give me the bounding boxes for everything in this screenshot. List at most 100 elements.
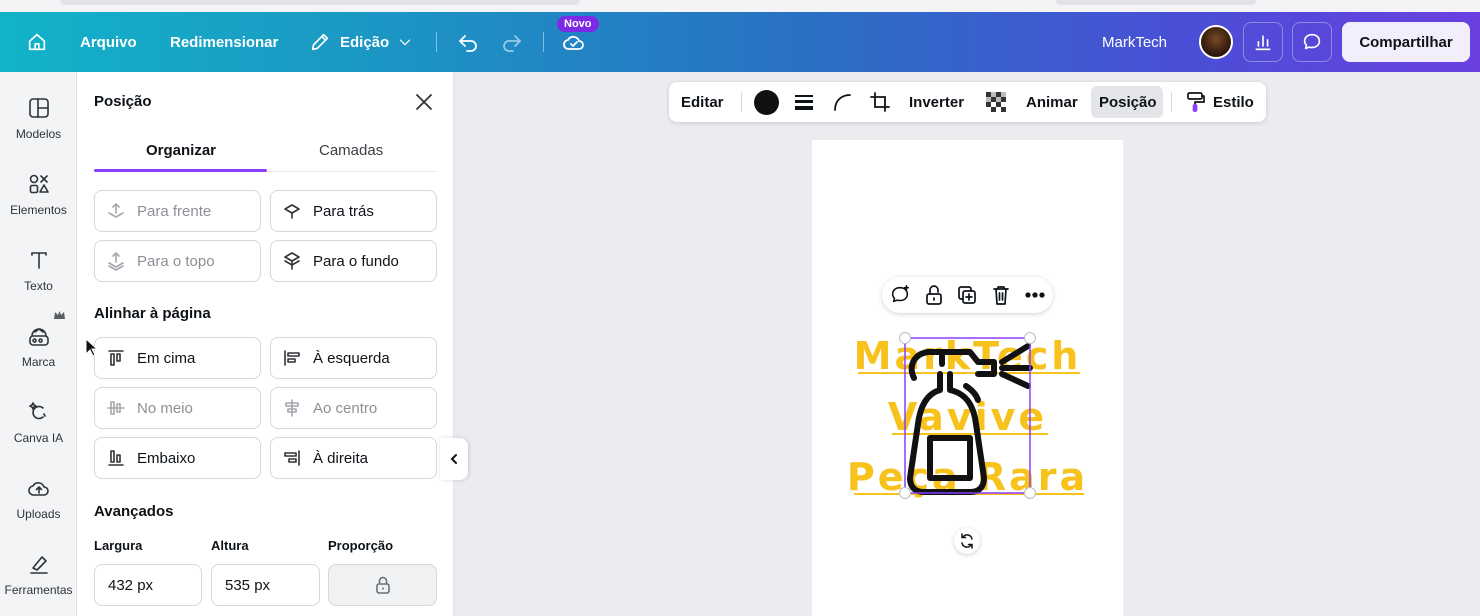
close-icon[interactable] xyxy=(414,92,434,112)
menu-file[interactable]: Arquivo xyxy=(80,12,137,72)
align-middle-button[interactable]: No meio xyxy=(94,387,261,429)
new-badge: Novo xyxy=(557,16,599,32)
divider xyxy=(741,92,742,112)
comment-icon xyxy=(1303,33,1321,50)
resize-handle[interactable] xyxy=(899,487,911,499)
avatar[interactable] xyxy=(1199,25,1233,59)
more-options-button[interactable] xyxy=(1023,283,1047,307)
menu-edit[interactable]: Edição xyxy=(309,12,413,72)
delete-button[interactable] xyxy=(989,283,1013,307)
rail-item-templates[interactable]: Modelos xyxy=(0,96,77,166)
animate-button[interactable]: Animar xyxy=(1026,82,1078,122)
comments-button[interactable] xyxy=(1292,22,1332,62)
brand-name[interactable]: MarkTech xyxy=(1102,12,1167,72)
rail-item-elements[interactable]: Elementos xyxy=(0,172,77,242)
duplicate-icon xyxy=(958,286,976,304)
align-right-button[interactable]: À direita xyxy=(270,437,437,479)
rail-label: Elementos xyxy=(10,203,67,217)
rail-label: Ferramentas xyxy=(4,583,73,597)
undo-button[interactable] xyxy=(456,12,480,72)
align-left-icon xyxy=(284,350,300,366)
to-back-label: Para o fundo xyxy=(313,252,399,270)
send-to-back-icon xyxy=(284,252,300,270)
cloud-check-icon xyxy=(563,35,584,50)
menu-edit-label: Edição xyxy=(340,33,390,51)
templates-icon xyxy=(28,98,49,118)
align-right-label: À direita xyxy=(313,449,369,467)
upload-cloud-icon xyxy=(27,482,49,496)
redo-button[interactable] xyxy=(500,12,524,72)
rail-item-tools[interactable]: Ferramentas xyxy=(0,552,77,616)
to-front-button[interactable]: Para o topo xyxy=(94,240,261,282)
backward-button[interactable]: Para trás xyxy=(270,190,437,232)
menu-resize[interactable]: Redimensionar xyxy=(170,12,278,72)
rotate-icon xyxy=(961,533,973,549)
rail-item-canva-ai[interactable]: Canva IA xyxy=(0,400,77,470)
backward-label: Para trás xyxy=(313,202,374,220)
spray-bottle-graphic[interactable] xyxy=(894,328,1074,508)
bring-to-front-icon xyxy=(108,252,124,271)
rail-item-brand[interactable]: Marca xyxy=(0,324,77,394)
forward-button[interactable]: Para frente xyxy=(94,190,261,232)
width-label: Largura xyxy=(94,538,143,553)
magic-icon xyxy=(28,402,46,420)
chevron-left-icon xyxy=(450,454,457,464)
rotate-handle[interactable] xyxy=(954,528,980,554)
tab-layers[interactable]: Camadas xyxy=(319,142,383,159)
home-button[interactable] xyxy=(26,12,48,72)
pencil-icon xyxy=(311,33,329,51)
crop-button[interactable] xyxy=(869,82,891,122)
redo-icon xyxy=(503,35,521,52)
align-heading: Alinhar à página xyxy=(94,305,211,322)
divider xyxy=(436,32,437,52)
transparency-button[interactable] xyxy=(985,82,1007,122)
add-comment-button[interactable] xyxy=(888,283,912,307)
forward-label: Para frente xyxy=(137,202,212,220)
crown-icon xyxy=(54,311,65,319)
collapse-panel-button[interactable] xyxy=(440,438,468,480)
position-button[interactable]: Posição xyxy=(1099,82,1157,122)
align-center-icon xyxy=(285,399,299,417)
edit-button[interactable]: Editar xyxy=(681,82,724,122)
border-style-button[interactable] xyxy=(793,82,815,122)
flip-button[interactable]: Inverter xyxy=(909,82,964,122)
to-back-button[interactable]: Para o fundo xyxy=(270,240,437,282)
resize-handle[interactable] xyxy=(1024,332,1036,344)
rail-label: Canva IA xyxy=(13,431,64,445)
share-button[interactable]: Compartilhar xyxy=(1342,22,1470,62)
home-icon xyxy=(28,33,46,51)
corner-rounding-button[interactable] xyxy=(831,82,853,122)
left-rail: Modelos Elementos Texto Marca Canva IA U… xyxy=(0,72,77,616)
rail-item-text[interactable]: Texto xyxy=(0,248,77,318)
insights-button[interactable] xyxy=(1243,22,1283,62)
align-bottom-label: Embaixo xyxy=(137,449,196,467)
height-label: Altura xyxy=(211,538,249,553)
align-center-label: Ao centro xyxy=(313,399,378,417)
lock-icon xyxy=(375,576,390,594)
rail-item-uploads[interactable]: Uploads xyxy=(0,476,77,546)
to-front-label: Para o topo xyxy=(137,252,215,270)
corner-radius-icon xyxy=(834,94,851,111)
lock-element-button[interactable] xyxy=(922,283,946,307)
resize-handle[interactable] xyxy=(1024,487,1036,499)
align-left-button[interactable]: À esquerda xyxy=(270,337,437,379)
align-middle-label: No meio xyxy=(137,399,193,417)
active-tab-indicator xyxy=(94,169,267,172)
resize-handle[interactable] xyxy=(899,332,911,344)
rail-label: Texto xyxy=(24,279,53,293)
align-top-button[interactable]: Em cima xyxy=(94,337,261,379)
tab-arrange[interactable]: Organizar xyxy=(146,142,216,159)
align-bottom-button[interactable]: Embaixo xyxy=(94,437,261,479)
lock-ratio-button[interactable] xyxy=(328,564,437,606)
width-field[interactable]: 432 px xyxy=(94,564,202,606)
duplicate-button[interactable] xyxy=(955,283,979,307)
more-horizontal-icon xyxy=(1025,292,1045,298)
style-button[interactable]: Estilo xyxy=(1185,82,1254,122)
undo-icon xyxy=(459,35,477,52)
height-field[interactable]: 535 px xyxy=(211,564,320,606)
transparency-icon xyxy=(986,92,1006,112)
align-center-button[interactable]: Ao centro xyxy=(270,387,437,429)
browser-tab xyxy=(1056,0,1256,5)
align-left-label: À esquerda xyxy=(313,349,390,367)
color-swatch-button[interactable] xyxy=(754,82,779,122)
